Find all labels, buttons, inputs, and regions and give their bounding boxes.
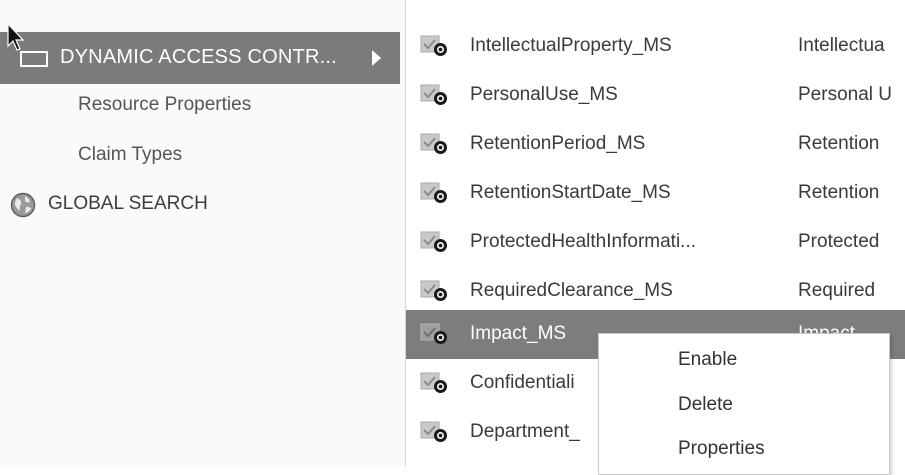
property-name: Confidentiali [470,372,575,393]
mouse-pointer-icon [7,22,25,51]
property-display-name: Retention [798,182,880,203]
nav-item-label: GLOBAL SEARCH [48,193,208,214]
nav-item-label: DYNAMIC ACCESS CONTR... [60,46,337,68]
disabled-property-icon [420,182,447,203]
list-item[interactable]: IntellectualProperty_MS Intellectua [406,22,905,71]
property-name: ProtectedHealthInformati... [470,231,696,252]
list-item[interactable]: PersonalUse_MS Personal U [406,71,905,120]
nav-item-resource-properties[interactable]: Resource Properties [78,94,251,116]
context-menu: Enable Delete Properties [598,333,890,475]
disabled-property-icon [420,280,447,301]
property-name: RetentionStartDate_MS [470,182,671,203]
list-item[interactable]: RetentionStartDate_MS Retention [406,169,905,218]
property-name: Impact_MS [470,323,567,344]
disabled-property-icon [420,372,447,393]
disabled-property-icon [420,133,447,154]
property-name: RequiredClearance_MS [470,280,673,301]
disabled-property-icon [420,231,447,252]
property-display-name: Required [798,280,876,301]
list-item[interactable]: RetentionPeriod_MS Retention [406,120,905,169]
list-item[interactable]: ProtectedHealthInformati... Protected [406,218,905,267]
property-name: RetentionPeriod_MS [470,133,646,154]
list-item[interactable]: RequiredClearance_MS Required [406,267,905,316]
chevron-right-icon[interactable] [372,50,381,66]
menu-item-properties[interactable]: Properties [678,438,765,460]
disabled-property-icon [420,421,447,442]
folder-node-icon [20,51,48,67]
globe-icon [10,192,36,218]
menu-item-enable[interactable]: Enable [678,349,737,371]
property-display-name: Intellectua [798,35,885,56]
property-name: Department_ [470,421,580,442]
nav-item-dynamic-access-control[interactable]: DYNAMIC ACCESS CONTR... [0,32,400,84]
disabled-property-icon [420,323,447,344]
disabled-property-icon [420,84,447,105]
property-name: IntellectualProperty_MS [470,35,672,56]
property-name: PersonalUse_MS [470,84,618,105]
property-display-name: Personal U [798,84,892,105]
property-display-name: Retention [798,133,880,154]
nav-item-claim-types[interactable]: Claim Types [78,144,182,166]
navigation-pane: DYNAMIC ACCESS CONTR... Resource Propert… [0,0,406,466]
menu-item-delete[interactable]: Delete [678,394,733,416]
disabled-property-icon [420,35,447,56]
property-display-name: Protected [798,231,880,252]
